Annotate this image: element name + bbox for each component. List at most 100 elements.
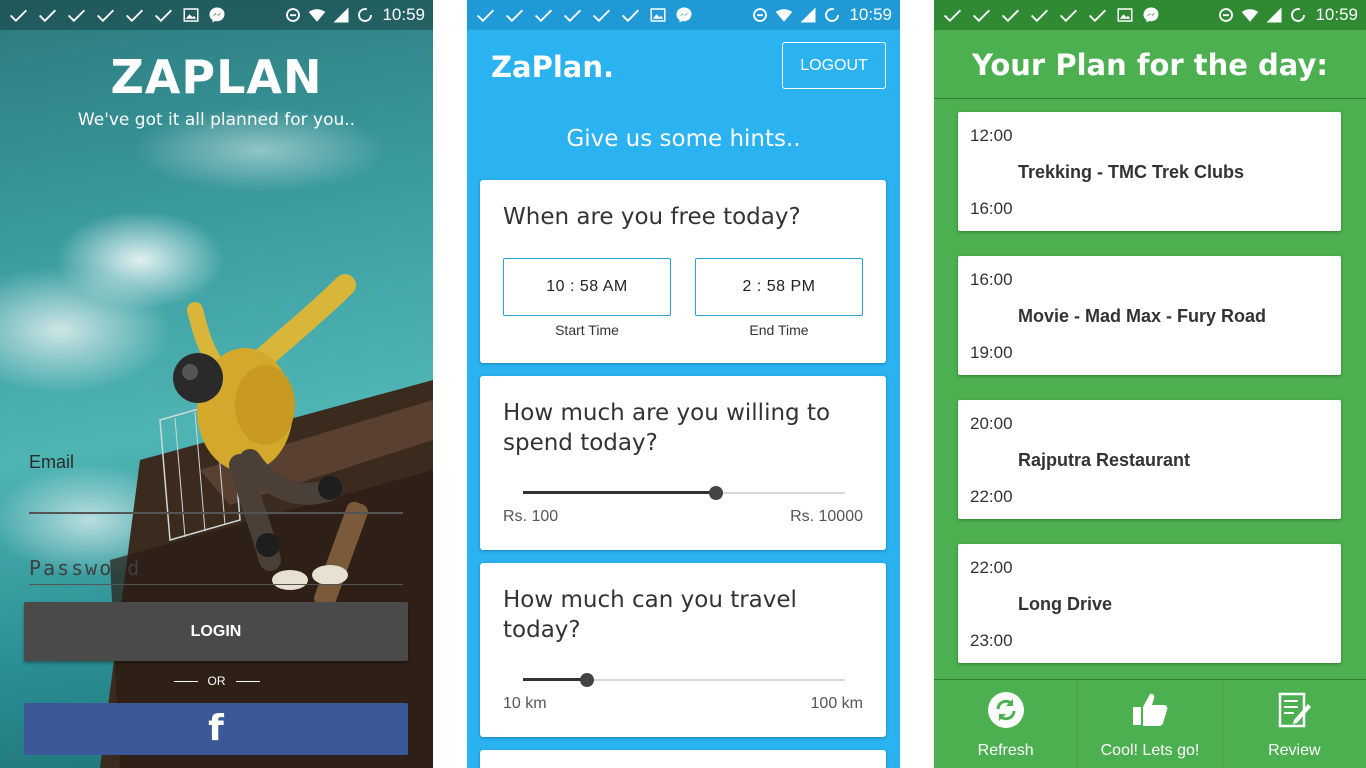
end-time-label: End Time	[749, 322, 809, 338]
review-button[interactable]: Review	[1221, 680, 1366, 768]
cool-lets-go-label: Cool! Lets go!	[1100, 742, 1200, 759]
app-title: ZaPlan.	[491, 50, 615, 84]
free-time-question: When are you free today?	[503, 204, 801, 230]
next-card	[480, 750, 886, 768]
image-icon	[183, 8, 199, 22]
plan-item-title: Long Drive	[1018, 594, 1113, 614]
start-time-picker[interactable]: 10 : 58 AM	[503, 258, 671, 316]
app-bar: ZaPlan. LOGOUT	[467, 30, 900, 102]
facebook-icon: f	[208, 708, 224, 749]
plan-header: Your Plan for the day:	[934, 30, 1366, 99]
check-icon	[505, 9, 524, 22]
status-time: 10:59	[849, 5, 892, 24]
budget-max-label: Rs. 10000	[790, 508, 863, 525]
battery-charging-icon	[358, 8, 373, 22]
plan-item-title: Movie - Mad Max - Fury Road	[1018, 306, 1267, 326]
hints-screen: 10:59 ZaPlan. LOGOUT Give us some hints.…	[467, 0, 900, 768]
email-field[interactable]	[29, 512, 403, 514]
check-icon	[38, 9, 57, 22]
travel-card: How much can you travel today? 10 km 100…	[480, 563, 886, 737]
cool-lets-go-button[interactable]: Cool! Lets go!	[1077, 680, 1221, 768]
plan-item-card[interactable]: 16:00 Movie - Mad Max - Fury Road 19:00	[958, 256, 1341, 375]
refresh-button[interactable]: Refresh	[934, 680, 1077, 768]
slider-thumb[interactable]	[709, 486, 724, 500]
logout-button[interactable]: LOGOUT	[782, 42, 886, 89]
image-icon	[650, 8, 666, 22]
divider-line	[173, 680, 198, 682]
login-screen: 10:59 ZAPLAN We've got it all planned fo…	[0, 0, 433, 768]
check-icon	[1059, 9, 1078, 22]
divider-line	[235, 680, 260, 682]
plan-screen: 10:59 Your Plan for the day: 12:00 Trekk…	[934, 0, 1366, 768]
slider-fill	[523, 491, 717, 494]
check-icon	[9, 9, 28, 22]
check-icon	[534, 9, 553, 22]
battery-charging-icon	[1291, 8, 1306, 22]
check-icon	[1030, 9, 1049, 22]
check-icon	[125, 9, 144, 22]
signal-icon	[333, 7, 349, 23]
wifi-icon	[1242, 9, 1259, 22]
check-icon	[1088, 9, 1107, 22]
status-bar: 10:59	[934, 0, 1366, 30]
check-icon	[476, 9, 495, 22]
password-field[interactable]	[29, 552, 403, 584]
slider-thumb[interactable]	[580, 673, 595, 687]
travel-question: How much can you travel today?	[503, 587, 797, 643]
check-icon	[563, 9, 582, 22]
messenger-icon	[676, 7, 692, 23]
review-icon	[1279, 692, 1312, 728]
plan-action-bar: Refresh Cool! Lets go! Review	[934, 679, 1366, 768]
plan-item-start-time: 16:00	[970, 270, 1013, 289]
plan-item-end-time: 23:00	[970, 631, 1013, 650]
review-label: Review	[1268, 742, 1321, 759]
login-button[interactable]: LOGIN	[24, 602, 408, 661]
messenger-icon	[209, 7, 225, 23]
plan-item-start-time: 20:00	[970, 414, 1013, 433]
facebook-login-button[interactable]: f	[24, 703, 408, 755]
plan-item-card[interactable]: 22:00 Long Drive 23:00	[958, 544, 1341, 663]
plan-item-end-time: 19:00	[970, 343, 1013, 362]
check-icon	[96, 9, 115, 22]
thumbs-up-icon	[1132, 693, 1168, 726]
plan-item-start-time: 22:00	[970, 558, 1013, 577]
plan-item-end-time: 16:00	[970, 199, 1013, 218]
data-saver-icon	[1219, 8, 1234, 22]
wifi-icon	[776, 9, 793, 22]
travel-slider[interactable]	[523, 670, 845, 690]
start-time-label: Start Time	[555, 322, 619, 338]
plan-item-start-time: 12:00	[970, 126, 1013, 145]
refresh-icon	[987, 692, 1024, 728]
check-icon	[621, 9, 640, 22]
status-time: 10:59	[382, 5, 425, 24]
end-time-picker[interactable]: 2 : 58 PM	[695, 258, 863, 316]
status-bar: 10:59	[0, 0, 433, 30]
image-icon	[1117, 8, 1133, 22]
hints-heading: Give us some hints..	[566, 126, 801, 152]
battery-charging-icon	[825, 8, 840, 22]
free-time-card: When are you free today? 10 : 58 AM Star…	[480, 180, 886, 363]
data-saver-icon	[286, 8, 301, 22]
plan-item-card[interactable]: 20:00 Rajputra Restaurant 22:00	[958, 400, 1341, 519]
check-icon	[154, 9, 173, 22]
plan-item-end-time: 22:00	[970, 487, 1013, 506]
check-icon	[1001, 9, 1020, 22]
check-icon	[972, 9, 991, 22]
signal-icon	[800, 7, 816, 23]
check-icon	[67, 9, 86, 22]
budget-slider[interactable]	[523, 483, 845, 503]
budget-min-label: Rs. 100	[503, 508, 559, 525]
password-underline	[29, 584, 403, 585]
plan-item-title: Trekking - TMC Trek Clubs	[1018, 162, 1245, 182]
travel-min-label: 10 km	[503, 695, 547, 712]
messenger-icon	[1143, 7, 1159, 23]
plan-item-card[interactable]: 12:00 Trekking - TMC Trek Clubs 16:00	[958, 112, 1341, 231]
refresh-label: Refresh	[977, 742, 1034, 759]
status-bar: 10:59	[467, 0, 900, 30]
plan-title: Your Plan for the day:	[972, 48, 1328, 82]
or-divider: OR	[0, 674, 433, 688]
travel-max-label: 100 km	[810, 695, 863, 712]
budget-card: How much are you willing to spend today?…	[480, 376, 886, 550]
budget-question: How much are you willing to spend today?	[503, 400, 831, 456]
wifi-icon	[309, 9, 326, 22]
